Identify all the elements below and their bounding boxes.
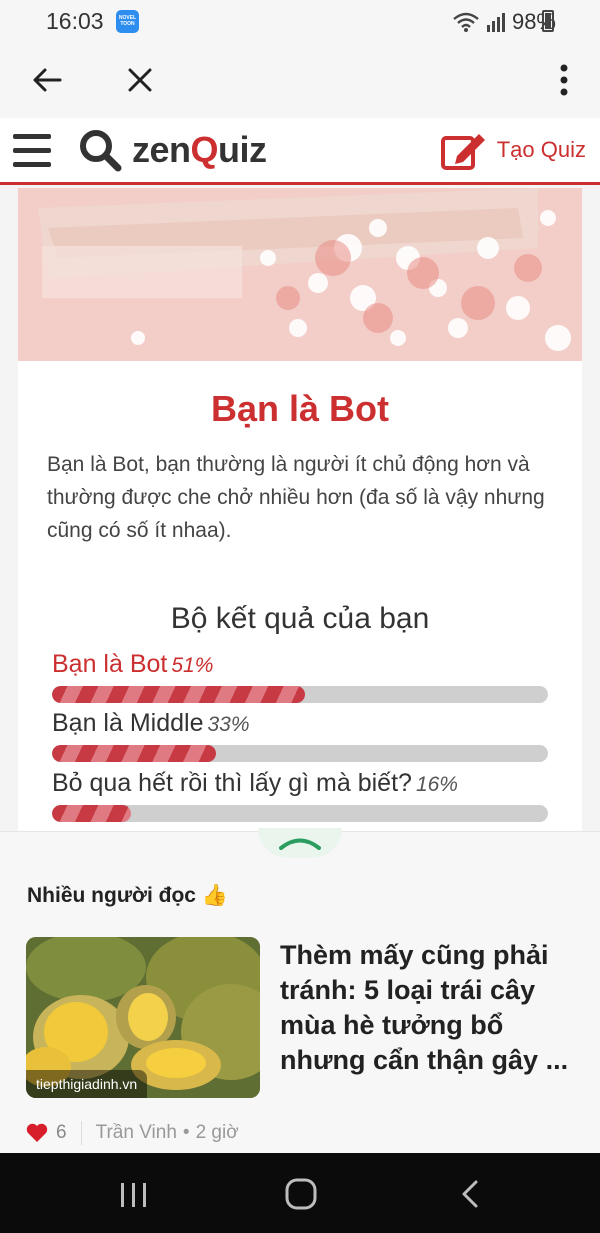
result-progress-bar xyxy=(52,686,548,703)
chevron-up-icon xyxy=(279,838,321,850)
sheet-title: Nhiều người đọc 👍 xyxy=(27,884,228,908)
home-icon[interactable] xyxy=(284,1177,318,1211)
create-quiz-link[interactable]: Tạo Quiz xyxy=(440,130,586,170)
search-icon[interactable] xyxy=(78,128,124,172)
result-item-percent: 33% xyxy=(207,713,250,736)
create-quiz-label: Tạo Quiz xyxy=(496,137,586,162)
sheet-title-text: Nhiều người đọc xyxy=(27,884,196,907)
novel-toon-icon: NOVEL TOON xyxy=(116,10,139,33)
site-header: zenQuiz Tạo Quiz xyxy=(0,118,600,185)
result-item-bot: Bạn là Bot 51% xyxy=(52,650,548,703)
logo-q: Q xyxy=(190,129,219,170)
site-logo[interactable]: zenQuiz xyxy=(78,128,267,172)
article-author: Trần Vinh xyxy=(95,1122,177,1143)
heart-icon[interactable] xyxy=(26,1123,48,1143)
result-item-label: Bỏ qua hết rồi thì lấy gì mà biết? xyxy=(52,769,412,797)
article-headline[interactable]: Thèm mấy cũng phải tránh: 5 loại trái câ… xyxy=(280,938,580,1078)
back-button[interactable] xyxy=(27,60,67,100)
result-hero-image xyxy=(18,188,582,361)
thumbs-up-icon: 👍 xyxy=(201,884,228,907)
logo-suffix: uiz xyxy=(218,129,267,170)
arrow-left-icon xyxy=(33,68,62,92)
browser-toolbar xyxy=(0,44,600,118)
result-progress-fill xyxy=(52,805,132,822)
edit-icon xyxy=(440,134,485,170)
result-item-label: Bạn là Bot xyxy=(52,650,168,678)
result-title: Bạn là Bot xyxy=(210,388,389,429)
article-meta: 6 Trần Vinh • 2 giờ xyxy=(26,1121,239,1145)
more-vert-icon xyxy=(560,64,568,96)
result-item-skip: Bỏ qua hết rồi thì lấy gì mà biết? 16% xyxy=(52,769,548,822)
result-progress-fill xyxy=(52,686,305,703)
reading-bottom-sheet: Nhiều người đọc 👍 tiepthigiadinh.vn Thèm… xyxy=(0,828,600,1153)
like-count: 6 xyxy=(56,1122,67,1143)
result-item-percent: 51% xyxy=(171,654,214,677)
article-time: 2 giờ xyxy=(195,1122,239,1143)
article-thumbnail[interactable]: tiepthigiadinh.vn xyxy=(26,937,260,1098)
result-card: Bạn là Bot Bạn là Bot, bạn thường là ngư… xyxy=(18,188,582,833)
close-tab-button[interactable] xyxy=(120,60,160,100)
status-time: 16:03 xyxy=(46,8,104,34)
results-heading: Bộ kết quả của bạn xyxy=(170,602,430,635)
battery-icon xyxy=(542,10,554,32)
logo-text: zenQuiz xyxy=(132,129,267,171)
floral-pattern-image xyxy=(18,188,582,361)
result-progress-fill xyxy=(52,745,216,762)
signal-icon xyxy=(486,13,505,32)
result-item-percent: 16% xyxy=(415,773,458,796)
meta-dot: • xyxy=(182,1122,190,1143)
meta-divider xyxy=(80,1121,82,1145)
status-bar: 16:03 NOVEL TOON 98% xyxy=(0,0,600,44)
wifi-icon xyxy=(453,12,479,32)
result-progress-bar xyxy=(52,805,548,822)
status-right: 98% xyxy=(452,9,556,35)
hamburger-menu-icon[interactable] xyxy=(13,134,53,168)
sheet-expand-handle[interactable] xyxy=(258,828,342,858)
result-progress-bar xyxy=(52,745,548,762)
result-item-label: Bạn là Middle xyxy=(52,709,204,737)
back-nav-icon[interactable] xyxy=(458,1179,482,1209)
article-source: tiepthigiadinh.vn xyxy=(26,1070,148,1098)
recent-apps-icon[interactable] xyxy=(118,1181,150,1209)
result-description: Bạn là Bot, bạn thường là người ít chủ đ… xyxy=(47,453,545,542)
close-icon xyxy=(128,68,152,92)
more-options-button[interactable] xyxy=(544,60,584,100)
system-nav-bar xyxy=(0,1153,600,1233)
logo-prefix: zen xyxy=(132,129,191,170)
result-item-middle: Bạn là Middle 33% xyxy=(52,709,548,762)
